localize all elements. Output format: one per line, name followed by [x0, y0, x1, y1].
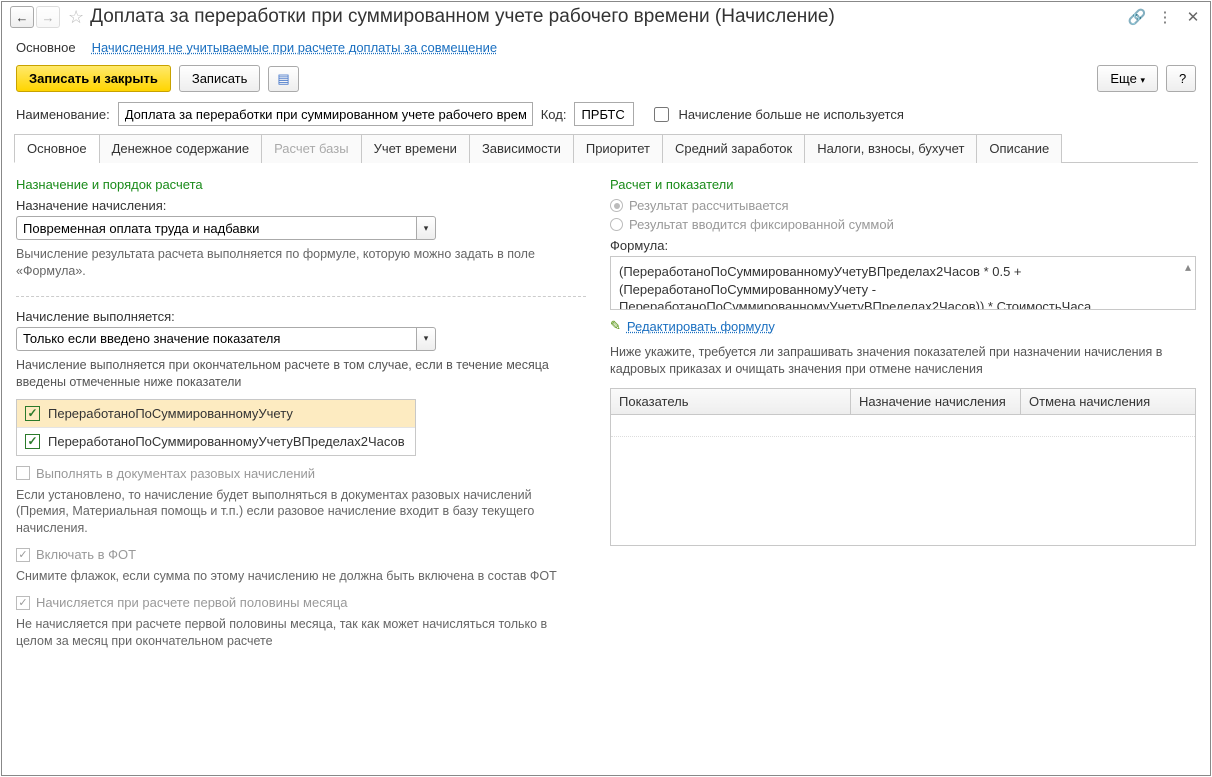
radio-result-calculated: Результат рассчитывается — [610, 198, 1196, 213]
radio-off-icon — [610, 218, 623, 231]
subnav-link-exclusions[interactable]: Начисления не учитываемые при расчете до… — [92, 40, 498, 55]
tab-monetary[interactable]: Денежное содержание — [99, 134, 262, 163]
close-icon[interactable]: ✕ — [1184, 8, 1202, 26]
params-table: Показатель Назначение начисления Отмена … — [610, 388, 1196, 546]
arrow-right-icon: → — [42, 10, 55, 25]
tab-dependencies[interactable]: Зависимости — [469, 134, 574, 163]
print-button[interactable]: ▤ — [268, 66, 298, 92]
arrow-left-icon: ← — [16, 10, 29, 25]
indicator-row[interactable]: ✓ ПереработаноПоСуммированномуУчету — [17, 400, 415, 428]
link-icon[interactable]: 🔗 — [1128, 8, 1146, 26]
radio-result-fixed: Результат вводится фиксированной суммой — [610, 217, 1196, 232]
chevron-down-icon: ▾ — [424, 223, 429, 234]
one-time-docs-checkbox: Выполнять в документах разовых начислени… — [16, 466, 586, 481]
name-input[interactable] — [118, 102, 533, 126]
save-and-close-button[interactable]: Записать и закрыть — [16, 65, 171, 92]
tab-priority[interactable]: Приоритет — [573, 134, 663, 163]
column-header-indicator[interactable]: Показатель — [611, 389, 851, 414]
perform-label: Начисление выполняется: — [16, 309, 586, 324]
checkbox-checked-icon: ✓ — [16, 548, 30, 562]
favorite-star-icon[interactable]: ☆ — [68, 7, 84, 28]
params-table-body[interactable] — [611, 415, 1195, 545]
purpose-label: Назначение начисления: — [16, 198, 586, 213]
nav-forward-button[interactable]: → — [36, 6, 60, 28]
table-row[interactable] — [611, 415, 1195, 437]
perform-dropdown-button[interactable]: ▾ — [416, 327, 436, 351]
purpose-hint: Вычисление результата расчета выполняетс… — [16, 246, 586, 280]
first-half-hint: Не начисляется при расчете первой полови… — [16, 616, 586, 650]
document-icon: ▤ — [277, 71, 289, 86]
tab-taxes[interactable]: Налоги, взносы, бухучет — [804, 134, 977, 163]
not-used-checkbox[interactable]: Начисление больше не используется — [650, 104, 903, 125]
indicator-label: ПереработаноПоСуммированномуУчету — [48, 406, 293, 421]
include-fot-hint: Снимите флажок, если сумма по этому начи… — [16, 568, 586, 585]
checkbox-checked-icon[interactable]: ✓ — [25, 434, 40, 449]
indicator-row[interactable]: ✓ ПереработаноПоСуммированномуУчетуВПред… — [17, 428, 415, 455]
formula-label: Формула: — [610, 238, 1196, 253]
perform-select[interactable] — [16, 327, 416, 351]
indicator-label: ПереработаноПоСуммированномуУчетуВПредел… — [48, 434, 405, 449]
code-label: Код: — [541, 107, 567, 122]
section-purpose-heading: Назначение и порядок расчета — [16, 177, 586, 192]
tab-description[interactable]: Описание — [976, 134, 1062, 163]
kebab-menu-icon[interactable]: ⋮ — [1156, 8, 1174, 26]
help-button[interactable]: ? — [1166, 65, 1196, 92]
page-title: Доплата за переработки при суммированном… — [90, 6, 1128, 28]
purpose-select[interactable] — [16, 216, 416, 240]
purpose-dropdown-button[interactable]: ▾ — [416, 216, 436, 240]
column-header-cancel[interactable]: Отмена начисления — [1021, 389, 1195, 414]
save-button[interactable]: Записать — [179, 65, 261, 92]
section-calc-heading: Расчет и показатели — [610, 177, 1196, 192]
include-fot-checkbox: ✓ Включать в ФОТ — [16, 547, 586, 562]
checkbox-unchecked-icon — [16, 466, 30, 480]
checkbox-checked-icon[interactable]: ✓ — [25, 406, 40, 421]
chevron-down-icon: ▾ — [1140, 75, 1145, 85]
edit-formula-link[interactable]: Редактировать формулу — [627, 319, 775, 334]
first-half-checkbox: ✓ Начисляется при расчете первой половин… — [16, 595, 586, 610]
one-time-docs-hint: Если установлено, то начисление будет вы… — [16, 487, 586, 538]
pencil-icon: ✎ — [610, 318, 621, 334]
column-header-assignment[interactable]: Назначение начисления — [851, 389, 1021, 414]
expand-icon[interactable]: ▴ — [1185, 259, 1191, 275]
subnav-main[interactable]: Основное — [16, 40, 76, 55]
code-input[interactable] — [574, 102, 634, 126]
name-label: Наименование: — [16, 107, 110, 122]
chevron-down-icon: ▾ — [424, 333, 429, 344]
tab-main[interactable]: Основное — [14, 134, 100, 163]
tab-time[interactable]: Учет времени — [361, 134, 470, 163]
tab-average[interactable]: Средний заработок — [662, 134, 805, 163]
params-hint: Ниже укажите, требуется ли запрашивать з… — [610, 344, 1196, 378]
more-button[interactable]: Еще ▾ — [1097, 65, 1158, 92]
checkbox-checked-icon: ✓ — [16, 596, 30, 610]
nav-back-button[interactable]: ← — [10, 6, 34, 28]
radio-on-icon — [610, 199, 623, 212]
formula-textbox[interactable]: (ПереработаноПоСуммированномуУчетуВПреде… — [610, 256, 1196, 310]
tab-base[interactable]: Расчет базы — [261, 134, 362, 163]
perform-hint: Начисление выполняется при окончательном… — [16, 357, 586, 391]
main-tabs: Основное Денежное содержание Расчет базы… — [14, 134, 1198, 163]
